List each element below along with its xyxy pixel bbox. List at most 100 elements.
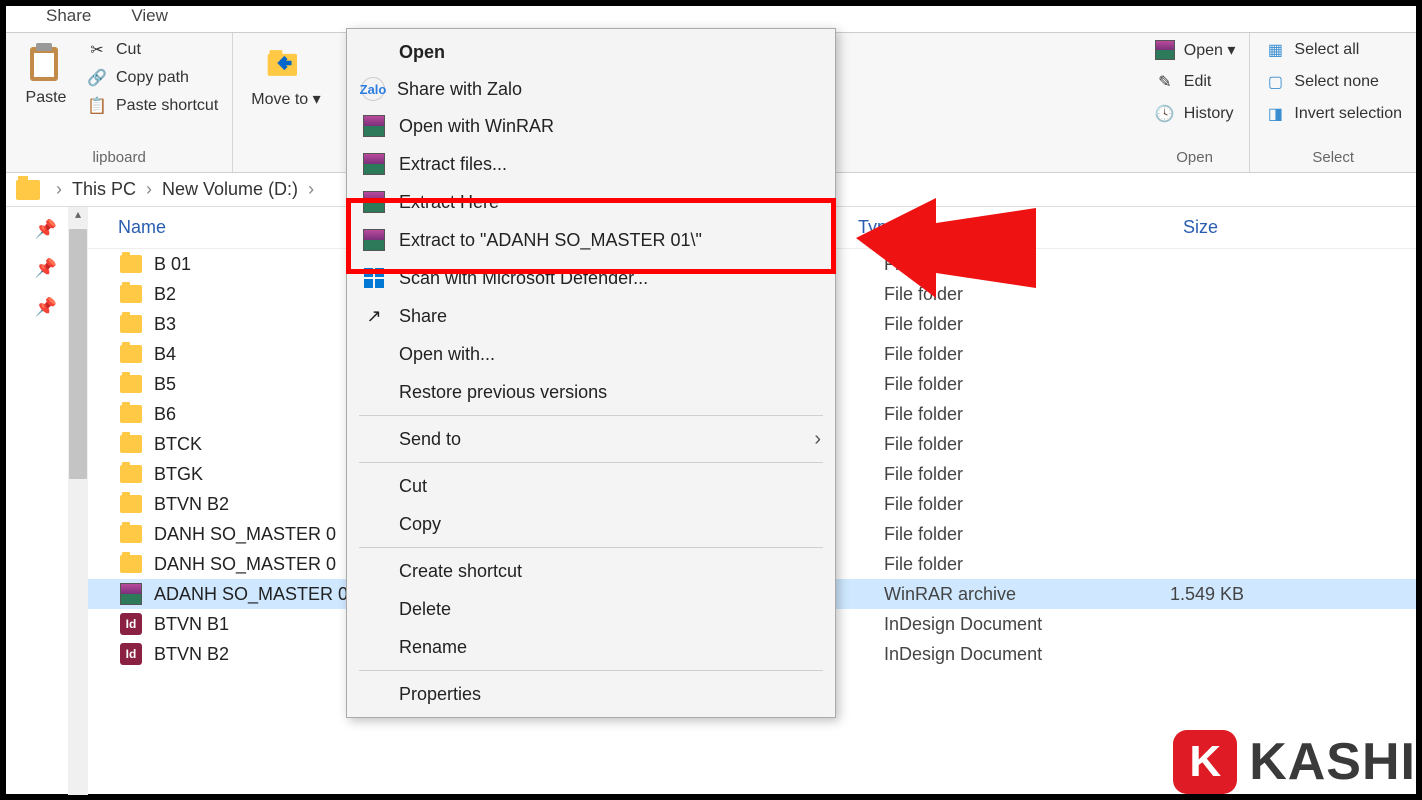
- menu-item[interactable]: Delete: [347, 590, 835, 628]
- file-type: InDesign Document: [884, 644, 1104, 665]
- folder-icon: [118, 433, 144, 455]
- clipboard-icon: [24, 41, 68, 85]
- menu-item[interactable]: Open: [347, 33, 835, 71]
- menu-item-label: Create shortcut: [399, 561, 522, 582]
- menu-item[interactable]: Open with WinRAR: [347, 107, 835, 145]
- move-to-icon: [264, 41, 308, 85]
- winrar-icon: [361, 227, 387, 253]
- breadcrumb-item[interactable]: New Volume (D:): [162, 179, 298, 200]
- move-to-button[interactable]: Move to ▾: [247, 39, 324, 111]
- paste-shortcut-icon: 📋: [86, 95, 108, 117]
- file-type: File folder: [884, 374, 1104, 395]
- folder-icon: [118, 343, 144, 365]
- indesign-icon: Id: [118, 643, 144, 665]
- file-type: File folder: [884, 434, 1104, 455]
- menu-separator: [359, 462, 823, 463]
- menu-item-label: Send to: [399, 429, 461, 450]
- winrar-icon: [361, 151, 387, 177]
- winrar-icon: [118, 583, 144, 605]
- defender-icon: [361, 265, 387, 291]
- menu-item[interactable]: Copy: [347, 505, 835, 543]
- clipboard-group-label: lipboard: [20, 145, 218, 170]
- share-icon: ↗: [361, 303, 387, 329]
- folder-icon: [118, 523, 144, 545]
- menu-item[interactable]: Restore previous versions: [347, 373, 835, 411]
- menu-item-label: Open with WinRAR: [399, 116, 554, 137]
- invert-selection-button[interactable]: ◨Invert selection: [1264, 103, 1402, 125]
- menu-item[interactable]: Cut: [347, 467, 835, 505]
- file-type: File folder: [884, 524, 1104, 545]
- select-all-icon: ▦: [1264, 39, 1286, 61]
- menu-item-label: Restore previous versions: [399, 382, 607, 403]
- watermark-text: KASHI: [1249, 732, 1416, 792]
- col-size[interactable]: Size: [1078, 217, 1218, 238]
- copy-path-button[interactable]: 🔗Copy path: [86, 67, 218, 89]
- scissors-icon: ✂: [86, 39, 108, 61]
- menu-item[interactable]: Rename: [347, 628, 835, 666]
- folder-icon: [118, 283, 144, 305]
- menu-item[interactable]: Properties: [347, 675, 835, 713]
- menu-item[interactable]: ZaloShare with Zalo: [347, 71, 835, 107]
- paste-label: Paste: [26, 89, 67, 107]
- col-type[interactable]: Typ: [858, 217, 1078, 238]
- cut-button[interactable]: ✂Cut: [86, 39, 218, 61]
- menu-item[interactable]: Extract Here: [347, 183, 835, 221]
- file-type: WinRAR archive: [884, 584, 1104, 605]
- file-type: File folder: [884, 344, 1104, 365]
- edit-icon: ✎: [1154, 71, 1176, 93]
- folder-icon: [118, 493, 144, 515]
- menu-item[interactable]: Send to ›: [347, 420, 835, 458]
- open-group-label: Open: [1154, 145, 1236, 170]
- winrar-icon: [1154, 39, 1176, 61]
- menu-item[interactable]: Extract files...: [347, 145, 835, 183]
- chevron-right-icon: ›: [814, 428, 821, 451]
- drive-icon: [16, 180, 40, 200]
- file-type: File folder: [884, 404, 1104, 425]
- tab-share[interactable]: Share: [46, 6, 91, 26]
- paste-button[interactable]: Paste: [20, 39, 72, 109]
- edit-button[interactable]: ✎Edit: [1154, 71, 1236, 93]
- invert-selection-icon: ◨: [1264, 103, 1286, 125]
- menu-item[interactable]: Scan with Microsoft Defender...: [347, 259, 835, 297]
- scroll-up-icon[interactable]: ▴: [68, 207, 88, 225]
- select-none-button[interactable]: ▢Select none: [1264, 71, 1402, 93]
- watermark: K KASHI: [1173, 730, 1416, 794]
- pin-icon[interactable]: 📌: [35, 297, 57, 318]
- folder-icon: [118, 463, 144, 485]
- breadcrumb-item[interactable]: This PC: [72, 179, 136, 200]
- menu-item-label: Copy: [399, 514, 441, 535]
- menu-item-label: Share: [399, 306, 447, 327]
- copy-path-icon: 🔗: [86, 67, 108, 89]
- menu-separator: [359, 415, 823, 416]
- menu-item-label: Rename: [399, 637, 467, 658]
- paste-shortcut-button[interactable]: 📋Paste shortcut: [86, 95, 218, 117]
- winrar-icon: [361, 113, 387, 139]
- folder-icon: [118, 553, 144, 575]
- file-type: InDesign Document: [884, 614, 1104, 635]
- menu-item-label: Properties: [399, 684, 481, 705]
- tab-view[interactable]: View: [131, 6, 168, 26]
- zalo-icon: Zalo: [361, 77, 385, 101]
- context-menu: OpenZaloShare with Zalo Open with WinRAR E…: [346, 28, 836, 718]
- menu-item-label: Extract files...: [399, 154, 507, 175]
- move-to-label: Move to ▾: [251, 89, 320, 109]
- menu-item[interactable]: Extract to "ADANH SO_MASTER 01\": [347, 221, 835, 259]
- menu-item[interactable]: Create shortcut: [347, 552, 835, 590]
- ribbon-group-open: Open ▾ ✎Edit 🕓History Open: [1140, 33, 1251, 172]
- open-button[interactable]: Open ▾: [1154, 39, 1236, 61]
- file-type: File folder: [884, 554, 1104, 575]
- menu-item-label: Extract to "ADANH SO_MASTER 01\": [399, 230, 702, 251]
- history-button[interactable]: 🕓History: [1154, 103, 1236, 125]
- pin-icon[interactable]: 📌: [35, 219, 57, 240]
- pin-icon[interactable]: 📌: [35, 258, 57, 279]
- menu-item[interactable]: Open with...: [347, 335, 835, 373]
- select-all-button[interactable]: ▦Select all: [1264, 39, 1402, 61]
- scroll-thumb[interactable]: [69, 229, 87, 479]
- quick-access-scrollbar[interactable]: ▴: [68, 207, 88, 795]
- indesign-icon: Id: [118, 613, 144, 635]
- folder-icon: [118, 253, 144, 275]
- menu-item-label: Cut: [399, 476, 427, 497]
- file-type: File folder: [884, 494, 1104, 515]
- menu-item[interactable]: ↗ Share: [347, 297, 835, 335]
- menu-item-label: Scan with Microsoft Defender...: [399, 268, 648, 289]
